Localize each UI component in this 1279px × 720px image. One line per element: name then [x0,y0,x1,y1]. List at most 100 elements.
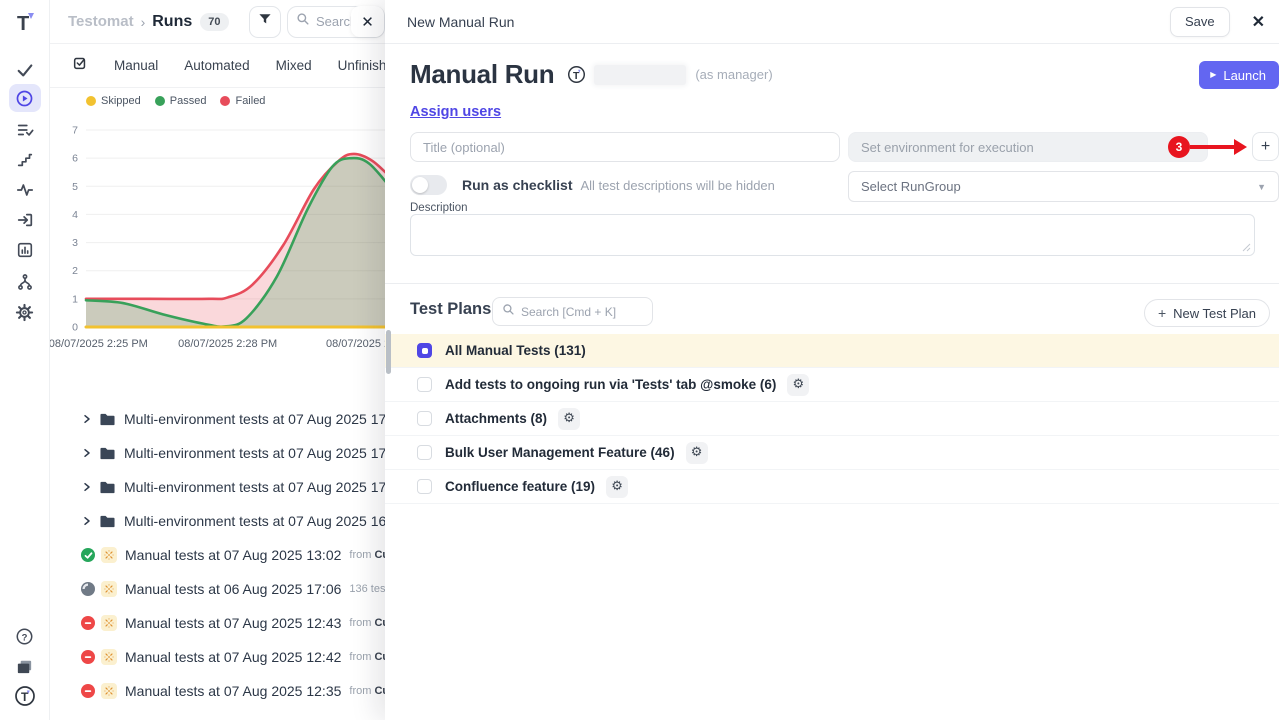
tab-automated[interactable]: Automated [184,58,249,73]
environment-input[interactable] [848,132,1208,162]
plan-settings-gear-icon[interactable]: ⚙ [606,476,628,498]
run-row[interactable]: Manual tests at 07 Aug 2025 12:35 from C… [50,674,385,708]
plan-settings-gear-icon[interactable]: ⚙ [686,442,708,464]
svg-text:6: 6 [72,153,78,165]
checkbox-unchecked[interactable] [417,377,432,392]
test-plans-nav-icon[interactable] [9,116,41,144]
run-folder-label: Multi-environment tests at 07 Aug 2025 1… [124,513,385,529]
rungroup-select[interactable]: Select RunGroup ▼ [848,171,1279,202]
drawer-body: Manual Run T (as manager) ▶ Launch Assig… [385,44,1279,720]
chevron-right-icon[interactable] [81,413,93,425]
breadcrumb-app[interactable]: Testomat [68,13,134,30]
description-textarea[interactable] [410,214,1255,256]
x-axis-tick: 08/07/2025 2:30 PM [326,338,385,350]
checkbox-checked[interactable] [417,343,432,358]
test-plan-row[interactable]: Confluence feature (19) ⚙ [385,470,1279,504]
run-folder-row[interactable]: Multi-environment tests at 07 Aug 2025 1… [50,436,385,470]
assign-users-link[interactable]: Assign users [410,104,501,120]
app-window: T ? [0,0,1279,720]
annotation-arrowhead [1234,139,1247,155]
status-failed-icon [81,616,95,630]
branches-nav-icon[interactable] [9,268,41,296]
milestones-nav-icon[interactable] [9,146,41,174]
projects-folder-icon[interactable] [9,652,41,680]
test-plan-row-all-manual[interactable]: All Manual Tests (131) [385,334,1279,368]
folder-icon [99,446,116,461]
manual-run-spark-icon [101,615,117,631]
help-icon[interactable]: ? [9,622,41,650]
play-icon: ▶ [1210,71,1216,79]
tab-mixed[interactable]: Mixed [276,58,312,73]
run-meta: from Custom [349,685,385,697]
chevron-right-icon[interactable] [81,481,93,493]
tab-unfinished[interactable]: Unfinished [338,58,385,73]
test-plan-row[interactable]: Attachments (8) ⚙ [385,402,1279,436]
chevron-right-icon[interactable] [81,447,93,459]
runs-panel: Testomat › Runs 70 ✕ Manual Automated Mi… [50,0,385,720]
search-clear-button[interactable]: ✕ [351,6,384,37]
breadcrumb-section[interactable]: Runs [152,13,192,31]
test-plan-row[interactable]: Bulk User Management Feature (46) ⚙ [385,436,1279,470]
description-label: Description [410,202,468,214]
plan-settings-gear-icon[interactable]: ⚙ [787,374,809,396]
account-avatar-icon[interactable]: T [9,682,41,710]
toggle-knob [412,177,428,193]
new-test-plan-button[interactable]: + New Test Plan [1144,299,1270,327]
checkbox-unchecked[interactable] [417,479,432,494]
manual-run-spark-icon [101,581,117,597]
manual-run-spark-icon [101,547,117,563]
run-row[interactable]: Manual tests at 06 Aug 2025 17:06 136 te… [50,572,385,606]
test-plans-search[interactable] [492,297,653,326]
chevron-right-icon[interactable] [81,515,93,527]
runs-nav-play-icon[interactable] [9,84,41,112]
test-plan-label: Confluence feature (19) [445,479,595,494]
test-plans-search-input[interactable] [521,305,639,319]
app-logo-icon[interactable]: T [9,8,41,36]
run-row[interactable]: Manual tests at 07 Aug 2025 12:43 from C… [50,606,385,640]
checkbox-unchecked[interactable] [417,411,432,426]
checkbox-unchecked[interactable] [417,445,432,460]
search-icon [296,12,310,31]
save-button[interactable]: Save [1170,7,1230,37]
x-axis-tick: 08/07/2025 2:25 PM [50,338,148,350]
select-all-icon[interactable] [72,55,88,76]
close-icon[interactable]: ✕ [1252,12,1265,32]
folder-icon [99,480,116,495]
drawer-header: New Manual Run Save ✕ [385,0,1279,44]
launch-button[interactable]: ▶ Launch [1199,61,1279,89]
svg-text:T: T [17,13,29,34]
run-meta: from Custom [349,651,385,663]
panel-scrollbar[interactable] [386,330,391,374]
import-nav-icon[interactable] [9,206,41,234]
run-label: Manual tests at 07 Aug 2025 12:43 [125,615,341,631]
runs-tab-bar: Manual Automated Mixed Unfinished [50,44,385,88]
resize-handle-icon[interactable] [1242,243,1251,252]
run-folder-row[interactable]: Multi-environment tests at 07 Aug 2025 1… [50,470,385,504]
tests-nav-check-icon[interactable] [9,56,41,84]
run-list: Multi-environment tests at 07 Aug 2025 1… [50,402,385,708]
add-environment-button[interactable]: + [1252,132,1279,161]
run-as-checklist-toggle[interactable] [410,175,447,195]
test-plan-row[interactable]: Add tests to ongoing run via 'Tests' tab… [385,368,1279,402]
test-plans-heading: Test Plans [410,300,491,319]
manager-avatar: T [567,65,586,84]
checklist-label: Run as checklist [462,177,573,193]
run-meta: 136 tests [349,583,385,595]
run-folder-row[interactable]: Multi-environment tests at 07 Aug 2025 1… [50,504,385,538]
run-folder-row[interactable]: Multi-environment tests at 07 Aug 2025 1… [50,402,385,436]
run-label: Manual tests at 07 Aug 2025 12:35 [125,683,341,699]
tutorial-annotation: 3 [1168,136,1247,158]
manual-run-spark-icon [101,683,117,699]
tab-manual[interactable]: Manual [114,58,158,73]
settings-gear-icon[interactable] [9,298,41,326]
run-row[interactable]: Manual tests at 07 Aug 2025 12:42 from C… [50,640,385,674]
svg-text:2: 2 [72,265,78,277]
new-manual-run-drawer: New Manual Run Save ✕ Manual Run T (as m… [385,0,1279,720]
run-title-input[interactable] [410,132,840,162]
plan-settings-gear-icon[interactable]: ⚙ [558,408,580,430]
analytics-pulse-nav-icon[interactable] [9,176,41,204]
filter-button[interactable] [249,6,281,38]
funnel-icon [257,11,273,32]
reports-nav-icon[interactable] [9,236,41,264]
run-row[interactable]: Manual tests at 07 Aug 2025 13:02 from C… [50,538,385,572]
